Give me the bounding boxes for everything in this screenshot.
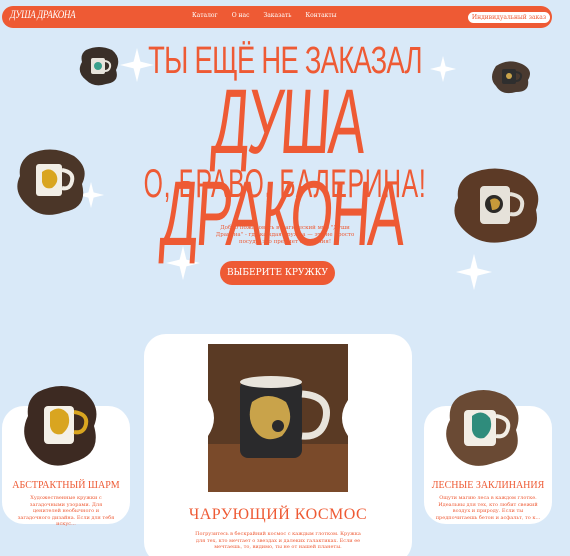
product-card-description: Ощути магию леса в каждом глотке. Идеаль…: [435, 495, 541, 521]
nav-links: Каталог О нас Заказать Контакты: [192, 12, 337, 19]
nav-link-about[interactable]: О нас: [232, 12, 250, 19]
hero-description: Добро пожаловать в магический мир "Души …: [215, 225, 355, 245]
product-card-title: ЧАРУЮЩИЙ КОСМОС: [188, 506, 368, 523]
nav-link-contacts[interactable]: Контакты: [306, 12, 337, 19]
hero-subtitle-bottom: О, БРАВО, БАЛЕРИНА!: [143, 162, 427, 206]
brand-logo[interactable]: ДУША ДРАКОНА: [10, 8, 76, 21]
mug-product-image: [446, 390, 519, 466]
mug-thumbnail-image: [79, 47, 119, 86]
top-nav-bar: ДУША ДРАКОНА Каталог О нас Заказать Конт…: [2, 6, 552, 28]
mug-thumbnail-image: [492, 61, 530, 94]
product-card-title: ЛЕСНЫЕ ЗАКЛИНАНИЯ: [431, 480, 545, 491]
star-decoration-icon: [456, 254, 492, 290]
choose-mug-button[interactable]: ВЫБЕРИТЕ КРУЖКУ: [220, 261, 335, 285]
product-card-description: Погрузитесь в бескрайний космос с каждым…: [195, 531, 361, 550]
mug-thumbnail-image: [454, 168, 539, 243]
nav-link-order[interactable]: Заказать: [263, 12, 291, 19]
mug-product-image: [24, 386, 97, 466]
product-card-title: АБСТРАКТНЫЙ ШАРМ: [12, 480, 120, 491]
mug-product-image: [208, 344, 348, 492]
nav-link-catalog[interactable]: Каталог: [192, 12, 218, 19]
mug-thumbnail-image: [17, 149, 85, 215]
custom-order-button[interactable]: Индивидуальный заказ: [468, 12, 550, 23]
product-card-description: Художественные кружки с загадочными узор…: [17, 495, 115, 527]
